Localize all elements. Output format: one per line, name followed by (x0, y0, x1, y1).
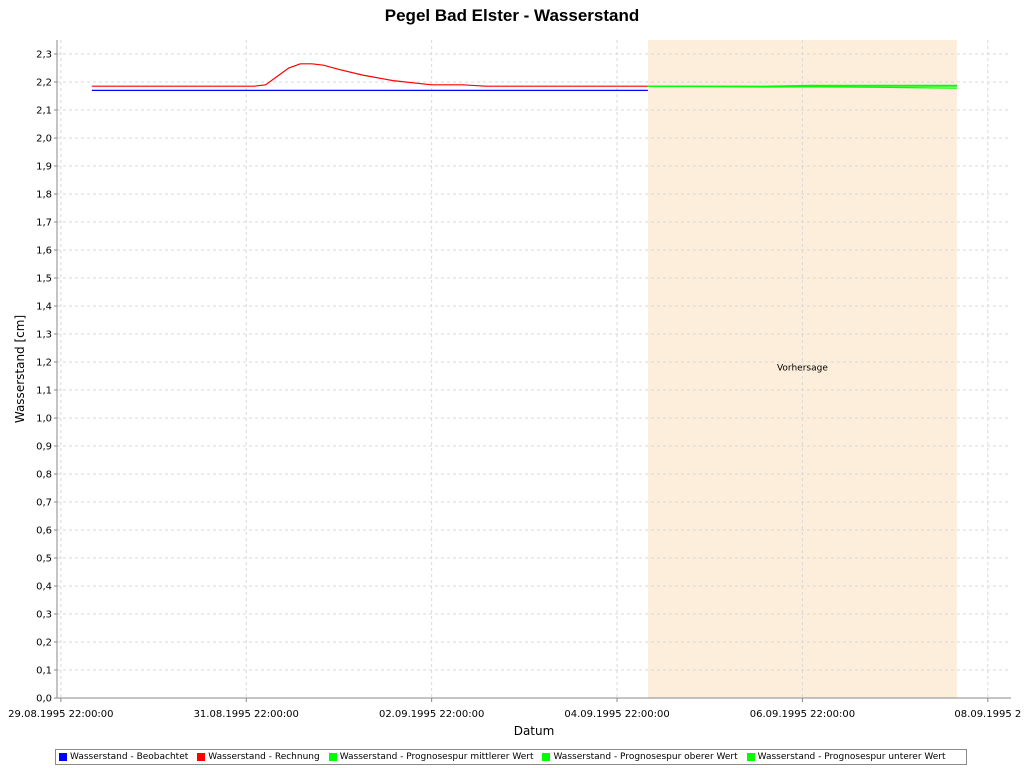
y-tick-label: 2,0 (36, 134, 52, 145)
y-tick-label: 0,8 (36, 470, 52, 481)
x-tick-label: 29.08.1995 22:00:00 (8, 709, 113, 720)
y-tick-label: 0,6 (36, 526, 52, 537)
legend-label: Wasserstand - Rechnung (208, 752, 320, 762)
legend-item: Wasserstand - Prognosespur mittlerer Wer… (328, 752, 534, 762)
y-tick-label: 0,2 (36, 638, 52, 649)
legend-item: Wasserstand - Prognosespur unterer Wert (746, 752, 946, 762)
y-tick-label: 1,8 (36, 190, 52, 201)
x-tick-label: 08.09.1995 2 (954, 709, 1021, 720)
legend-swatch (197, 753, 206, 761)
y-tick-label: 1,3 (36, 330, 52, 341)
y-ticks: 0,0 0,1 0,2 0,3 0,4 0,5 0,6 0,7 0,8 0,9 1,0 1,1 1,2 1… (36, 50, 57, 705)
chart-canvas: 0,0 0,1 0,2 0,3 0,4 0,5 0,6 0,7 0,8 0,9 1,0 1,1 1,2 1… (8, 40, 1021, 738)
y-tick-label: 1,2 (36, 358, 52, 369)
legend-swatch (59, 753, 67, 761)
x-axis-label: Datum (514, 724, 555, 738)
legend-item: Wasserstand - Prognosespur oberer Wert (542, 752, 738, 762)
y-tick-label: 1,0 (36, 414, 52, 425)
y-tick-label: 0,5 (36, 554, 52, 565)
x-tick-label: 06.09.1995 22:00:00 (750, 709, 855, 720)
y-tick-label: 1,9 (36, 162, 52, 173)
x-tick-label: 04.09.1995 22:00:00 (564, 709, 669, 720)
legend-label: Wasserstand - Prognosespur oberer Wert (553, 752, 738, 762)
y-tick-label: 0,3 (36, 610, 52, 621)
x-tick-label: 02.09.1995 22:00:00 (379, 709, 484, 720)
legend-label: Wasserstand - Beobachtet (70, 752, 189, 762)
legend-swatch (746, 753, 755, 761)
y-tick-label: 0,1 (36, 666, 52, 677)
y-tick-label: 1,6 (36, 246, 52, 257)
legend-label: Wasserstand - Prognosespur unterer Wert (757, 752, 946, 762)
y-tick-label: 0,7 (36, 498, 52, 509)
legend-swatch (328, 753, 337, 761)
y-axis-label: Wasserstand [cm] (13, 315, 27, 423)
y-tick-label: 1,4 (36, 302, 52, 313)
x-ticks: 29.08.1995 22:00:00 31.08.1995 22:00:00 02… (8, 698, 1021, 720)
y-tick-label: 1,5 (36, 274, 52, 285)
y-tick-label: 2,3 (36, 50, 52, 61)
x-tick-label: 31.08.1995 22:00:00 (194, 709, 299, 720)
legend: Wasserstand - Beobachtet Wasserstand - Re… (55, 749, 967, 765)
legend-swatch (542, 753, 551, 761)
y-tick-label: 2,1 (36, 106, 52, 117)
legend-label: Wasserstand - Prognosespur mittlerer Wer… (339, 752, 534, 762)
forecast-label: Vorhersage (777, 364, 828, 374)
legend-item: Wasserstand - Beobachtet (59, 752, 188, 762)
y-tick-label: 0,4 (36, 582, 52, 593)
y-tick-label: 0,0 (36, 694, 52, 705)
y-tick-label: 2,2 (36, 78, 52, 89)
y-tick-label: 1,7 (36, 218, 52, 229)
y-tick-label: 0,9 (36, 442, 52, 453)
y-tick-label: 1,1 (36, 386, 52, 397)
legend-item: Wasserstand - Rechnung (197, 752, 320, 762)
